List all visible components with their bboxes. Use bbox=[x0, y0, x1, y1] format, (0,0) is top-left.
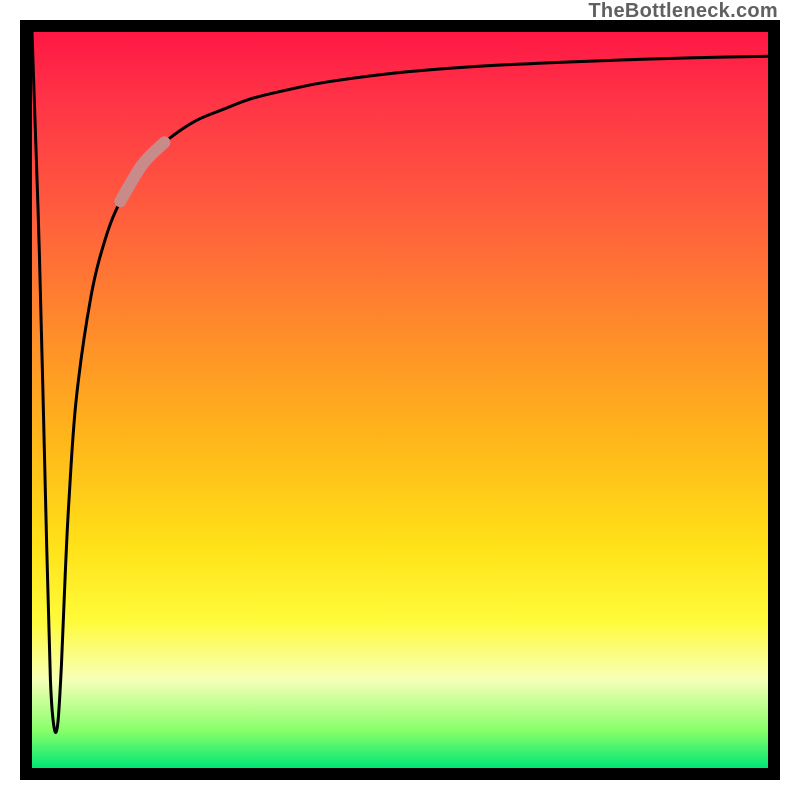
plot-border bbox=[20, 20, 780, 780]
chart-root: TheBottleneck.com bbox=[0, 0, 800, 800]
bottleneck-curve bbox=[32, 32, 768, 732]
plot-area bbox=[32, 32, 768, 768]
curve-layer bbox=[32, 32, 768, 768]
curve-highlight-band bbox=[120, 142, 164, 201]
